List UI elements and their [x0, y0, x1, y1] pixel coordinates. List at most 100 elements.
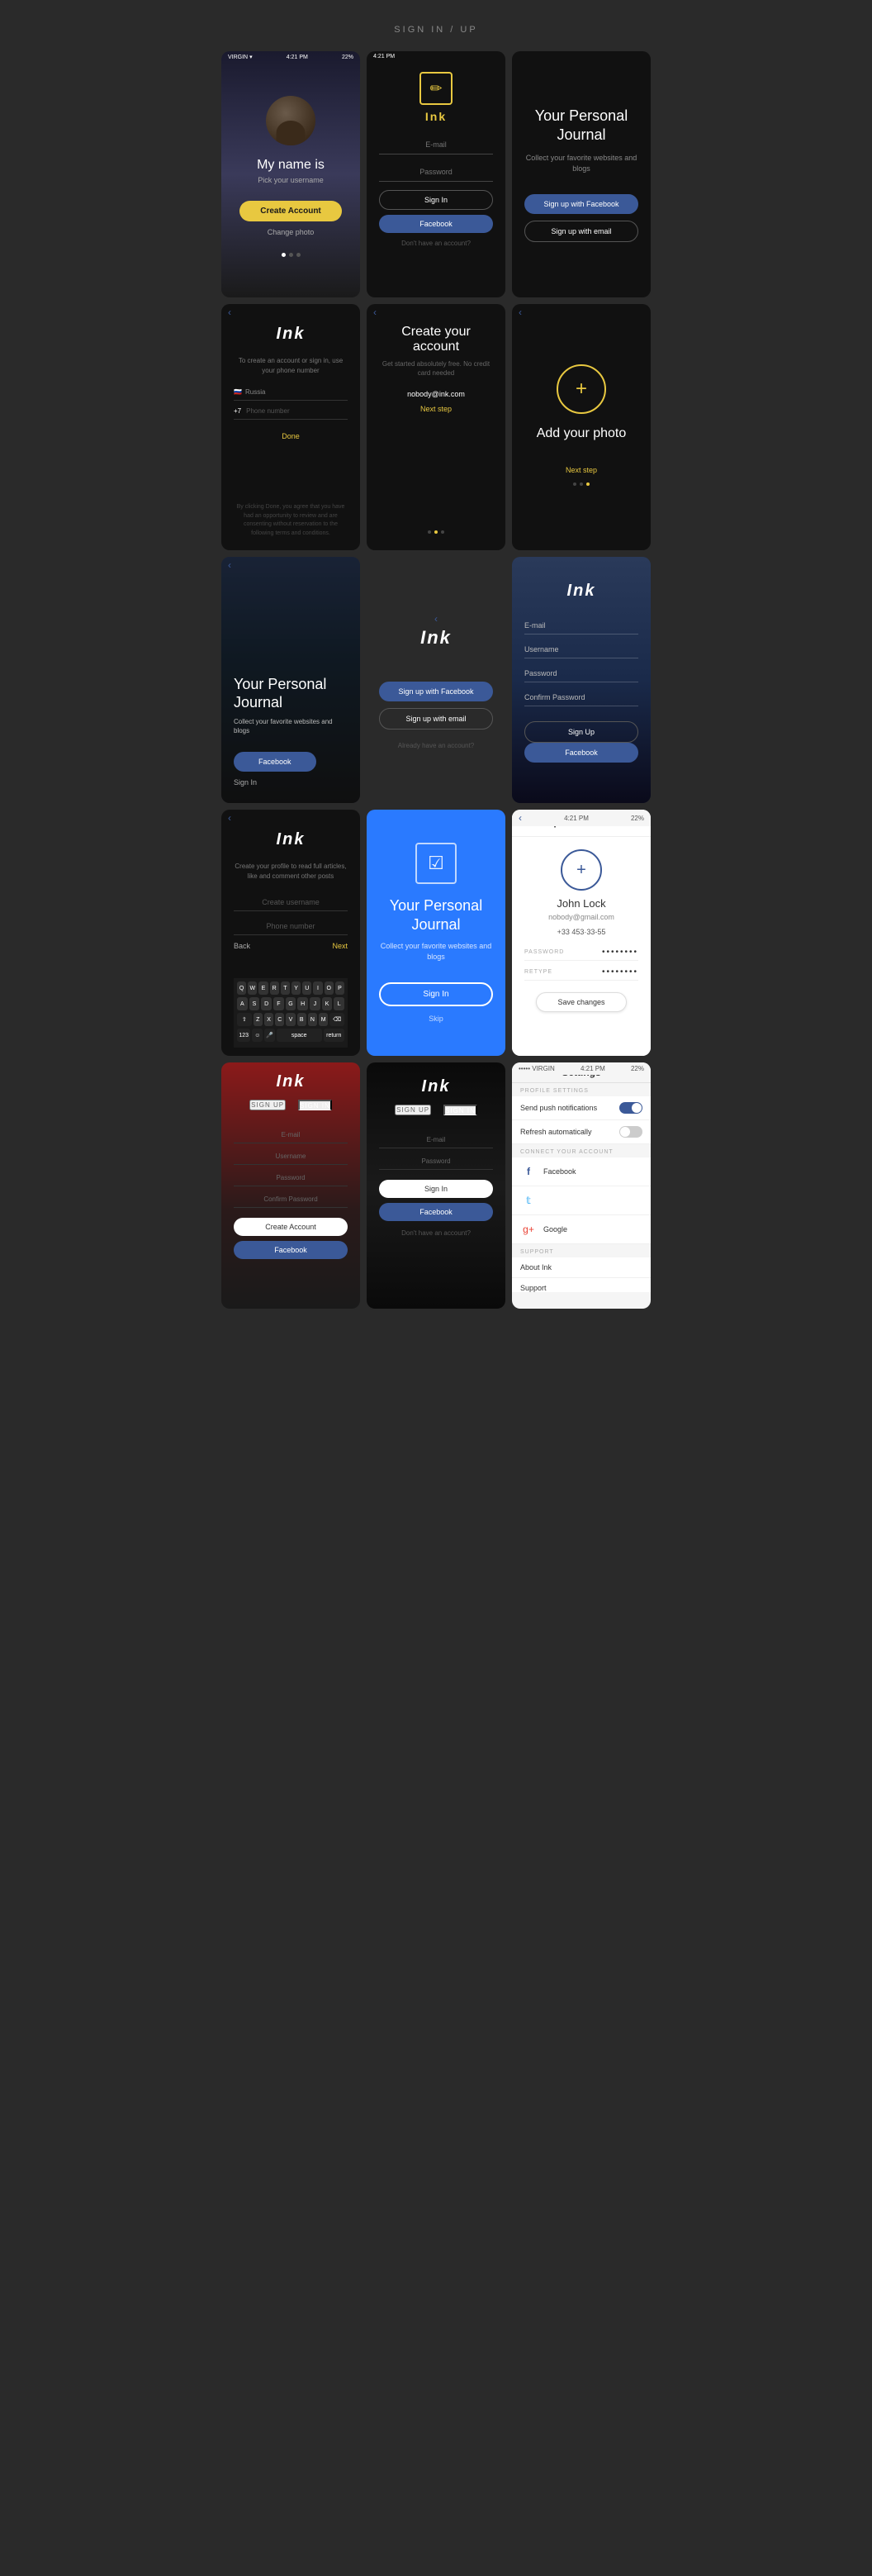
create-account-button-13[interactable]: Create Account [234, 1218, 348, 1236]
next-step-button-2[interactable]: Next step [566, 466, 597, 474]
key-p[interactable]: P [335, 981, 344, 995]
signin-link[interactable]: Sign In [234, 778, 257, 787]
signin-button[interactable]: Sign In [379, 190, 493, 210]
create-profile-desc: Create your profile to read full article… [234, 862, 348, 882]
key-l[interactable]: L [334, 997, 344, 1010]
key-h[interactable]: H [297, 997, 308, 1010]
next-button-10[interactable]: Next [332, 942, 348, 950]
key-r[interactable]: R [270, 981, 279, 995]
signup-facebook-button[interactable]: Sign up with Facebook [524, 194, 638, 214]
facebook-button-14[interactable]: Facebook [379, 1203, 493, 1221]
key-c[interactable]: C [275, 1013, 284, 1026]
signup-button-9[interactable]: Sign Up [524, 721, 638, 743]
key-delete[interactable]: ⌫ [329, 1013, 344, 1026]
key-q[interactable]: Q [237, 981, 246, 995]
retype-row: RETYPE •••••••• [524, 964, 638, 981]
key-k[interactable]: K [322, 997, 333, 1010]
key-y[interactable]: Y [291, 981, 301, 995]
done-button[interactable]: Done [282, 432, 300, 440]
retype-dots: •••••••• [602, 967, 638, 977]
key-emoji[interactable]: ☺ [252, 1029, 263, 1042]
password-input[interactable] [379, 163, 493, 182]
phone-field-10[interactable]: Phone number [234, 918, 348, 935]
password-field-13[interactable]: Password [234, 1170, 348, 1186]
key-i[interactable]: I [313, 981, 322, 995]
facebook-solid-button[interactable]: Facebook [234, 752, 316, 772]
ink-logo-8: Ink [420, 627, 452, 649]
add-photo-circle[interactable]: + [557, 364, 606, 414]
google-connect-item[interactable]: g+ Google [512, 1215, 651, 1244]
support-item[interactable]: Support [512, 1278, 651, 1292]
screen-create-profile: ‹ Ink Create your profile to read full a… [221, 810, 360, 1056]
screen-add-photo: ‹ + Add your photo Next step [512, 304, 651, 550]
save-changes-button[interactable]: Save changes [536, 992, 626, 1012]
journal-title: Your Personal Journal [524, 107, 638, 145]
password-field-14[interactable]: Password [379, 1153, 493, 1170]
skip-button[interactable]: Skip [429, 1015, 443, 1023]
key-x[interactable]: X [264, 1013, 273, 1026]
key-a[interactable]: A [237, 997, 248, 1010]
confirm-field-13[interactable]: Confirm Password [234, 1191, 348, 1208]
back-button-10[interactable]: Back [234, 942, 250, 950]
key-t[interactable]: T [281, 981, 290, 995]
tab-signin-13[interactable]: SIGN IN [298, 1100, 332, 1110]
facebook-button-9[interactable]: Facebook [524, 743, 638, 763]
username-field-10[interactable]: Create username [234, 894, 348, 911]
signup-email-button-8[interactable]: Sign up with email [379, 708, 493, 730]
facebook-button-13[interactable]: Facebook [234, 1241, 348, 1259]
key-n[interactable]: N [308, 1013, 317, 1026]
facebook-button[interactable]: Facebook [379, 215, 493, 233]
key-u[interactable]: U [302, 981, 311, 995]
key-s[interactable]: S [249, 997, 260, 1010]
key-v[interactable]: V [286, 1013, 295, 1026]
key-e[interactable]: E [258, 981, 268, 995]
push-notifications-item: Send push notifications [512, 1096, 651, 1120]
signup-email-button[interactable]: Sign up with email [524, 221, 638, 242]
push-toggle[interactable] [619, 1102, 642, 1114]
refresh-toggle[interactable] [619, 1126, 642, 1138]
signin-button-11[interactable]: Sign In [379, 982, 493, 1006]
signup-fb-button-8[interactable]: Sign up with Facebook [379, 682, 493, 701]
page-title: SIGN IN / UP [394, 25, 477, 35]
ink-logo-white: Ink [277, 325, 306, 344]
email-field-13[interactable]: E-mail [234, 1127, 348, 1143]
key-123[interactable]: 123 [237, 1029, 250, 1042]
key-d[interactable]: D [261, 997, 272, 1010]
key-j[interactable]: J [310, 997, 320, 1010]
dot-2 [580, 482, 583, 486]
screen-journal-bg: ‹ Your Personal Journal Collect your fav… [221, 557, 360, 803]
about-ink-item[interactable]: About Ink [512, 1257, 651, 1278]
profile-avatar[interactable]: + [561, 849, 602, 891]
email-field-14[interactable]: E-mail [379, 1132, 493, 1148]
row-1: VIRGIN ▾ 4:21 PM 22% My name is Pick you… [221, 51, 651, 297]
signin-button-14[interactable]: Sign In [379, 1180, 493, 1198]
no-account-14: Don't have an account? [401, 1229, 471, 1237]
key-w[interactable]: W [248, 981, 257, 995]
tab-signin-14[interactable]: SIGN IN [443, 1105, 477, 1115]
key-b[interactable]: B [297, 1013, 306, 1026]
ink-logo-9: Ink [567, 582, 596, 601]
key-f[interactable]: F [273, 997, 284, 1010]
key-g[interactable]: G [286, 997, 296, 1010]
next-step-button[interactable]: Next step [420, 405, 452, 413]
plus-icon: + [576, 379, 587, 399]
key-z[interactable]: Z [254, 1013, 263, 1026]
key-shift[interactable]: ⇧ [237, 1013, 252, 1026]
twitter-connect-item[interactable]: 𝕥 [512, 1186, 651, 1215]
tab-signup-13[interactable]: SIGN UP [249, 1100, 286, 1110]
change-photo-link[interactable]: Change photo [268, 228, 315, 236]
google-icon: g+ [520, 1221, 537, 1238]
facebook-connect-item[interactable]: f Facebook [512, 1157, 651, 1186]
key-space[interactable]: space [277, 1029, 322, 1042]
dot-1 [282, 253, 286, 257]
key-o[interactable]: O [325, 981, 334, 995]
key-mic[interactable]: 🎤 [264, 1029, 275, 1042]
screen-10-content: Ink Create your profile to read full art… [221, 810, 360, 1056]
key-m[interactable]: M [319, 1013, 328, 1026]
key-return[interactable]: return [324, 1029, 345, 1042]
tab-signup-14[interactable]: SIGN UP [395, 1105, 431, 1115]
create-account-button[interactable]: Create Account [239, 201, 342, 221]
email-input[interactable] [379, 135, 493, 154]
screen-settings: ••••• VIRGIN 4:21 PM 22% Settings PROFIL… [512, 1062, 651, 1309]
username-field-13[interactable]: Username [234, 1148, 348, 1165]
